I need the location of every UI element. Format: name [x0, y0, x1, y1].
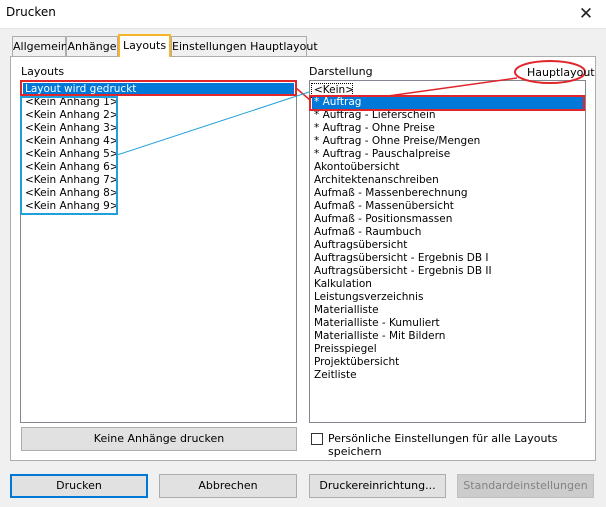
darstellung-list-item[interactable]: * Auftrag - Pauschalpreise	[312, 148, 583, 161]
persoenliche-einstellungen-label: Persönliche Einstellungen für alle Layou…	[328, 432, 558, 458]
darstellung-listbox[interactable]: <Kein> * Auftrag * Auftrag - Lieferschein *…	[309, 80, 586, 423]
darstellung-list-item[interactable]: Aufmaß - Massenübersicht	[312, 200, 583, 213]
darstellung-list-item[interactable]: Zeitliste	[312, 369, 583, 382]
darstellung-list-item[interactable]: Architektenanschreiben	[312, 174, 583, 187]
title-bar: Drucken ✕	[0, 0, 606, 29]
abbrechen-button[interactable]: Abbrechen	[159, 474, 297, 498]
darstellung-list-item[interactable]: Aufmaß - Massenberechnung	[312, 187, 583, 200]
darstellung-list-item[interactable]: Leistungsverzeichnis	[312, 291, 583, 304]
layouts-listbox[interactable]: Layout wird gedruckt <Kein Anhang 1> <Kein…	[20, 80, 297, 423]
layouts-item-anhang[interactable]: <Kein Anhang 7>	[23, 174, 294, 187]
darstellung-list-item[interactable]: Materialliste - Kumuliert	[312, 317, 583, 330]
tab-einstellungen-hauptlayout[interactable]: Einstellungen Hauptlayout	[171, 36, 318, 56]
hauptlayout-callout-label: Hauptlayout	[527, 66, 595, 79]
window-title: Drucken	[6, 5, 56, 19]
darstellung-list-item[interactable]: * Auftrag - Ohne Preise/Mengen	[312, 135, 583, 148]
drucken-button[interactable]: Drucken	[10, 474, 148, 498]
persoenliche-einstellungen-checkbox[interactable]	[311, 433, 323, 445]
layouts-item-anhang[interactable]: <Kein Anhang 6>	[23, 161, 294, 174]
darstellung-list-item[interactable]: Auftragsübersicht	[312, 239, 583, 252]
close-icon[interactable]: ✕	[574, 3, 598, 25]
darstellung-list-item[interactable]: Materialliste - Mit Bildern	[312, 330, 583, 343]
layouts-item-anhang[interactable]: <Kein Anhang 5>	[23, 148, 294, 161]
darstellung-list-item[interactable]: Aufmaß - Raumbuch	[312, 226, 583, 239]
darstellung-list-item[interactable]: * Auftrag - Ohne Preise	[312, 122, 583, 135]
layouts-item-anhang[interactable]: <Kein Anhang 9>	[23, 200, 294, 213]
layouts-item-anhang[interactable]: <Kein Anhang 2>	[23, 109, 294, 122]
darstellung-list-item[interactable]: Auftragsübersicht - Ergebnis DB I	[312, 252, 583, 265]
darstellung-list-item[interactable]: Auftragsübersicht - Ergebnis DB II	[312, 265, 583, 278]
darstellung-list-item[interactable]: Kalkulation	[312, 278, 583, 291]
tab-allgemein[interactable]: Allgemein	[12, 36, 68, 56]
darstellung-label: Darstellung	[309, 65, 373, 78]
standardeinstellungen-button[interactable]: Standardeinstellungen	[457, 474, 594, 498]
darstellung-list-item[interactable]: Materialliste	[312, 304, 583, 317]
layouts-item-anhang[interactable]: <Kein Anhang 4>	[23, 135, 294, 148]
darstellung-list-item[interactable]: * Auftrag	[312, 96, 583, 109]
druckereinrichtung-button[interactable]: Druckereinrichtung...	[309, 474, 446, 498]
layouts-item-anhang[interactable]: <Kein Anhang 1>	[23, 96, 294, 109]
layouts-label: Layouts	[21, 65, 65, 78]
darstellung-list-item[interactable]: Preisspiegel	[312, 343, 583, 356]
tab-layouts[interactable]: Layouts	[118, 34, 171, 57]
darstellung-list-item[interactable]: * Auftrag - Lieferschein	[312, 109, 583, 122]
tab-anhaenge[interactable]: Anhänge	[66, 36, 118, 56]
darstellung-list-item[interactable]: Akontoübersicht	[312, 161, 583, 174]
layouts-item-main[interactable]: Layout wird gedruckt	[23, 83, 294, 96]
keine-anhaenge-drucken-button[interactable]: Keine Anhänge drucken	[21, 427, 297, 451]
layouts-item-anhang[interactable]: <Kein Anhang 3>	[23, 122, 294, 135]
layouts-item-anhang[interactable]: <Kein Anhang 8>	[23, 187, 294, 200]
darstellung-list-item[interactable]: Projektübersicht	[312, 356, 583, 369]
darstellung-list-item[interactable]: Aufmaß - Positionsmassen	[312, 213, 583, 226]
